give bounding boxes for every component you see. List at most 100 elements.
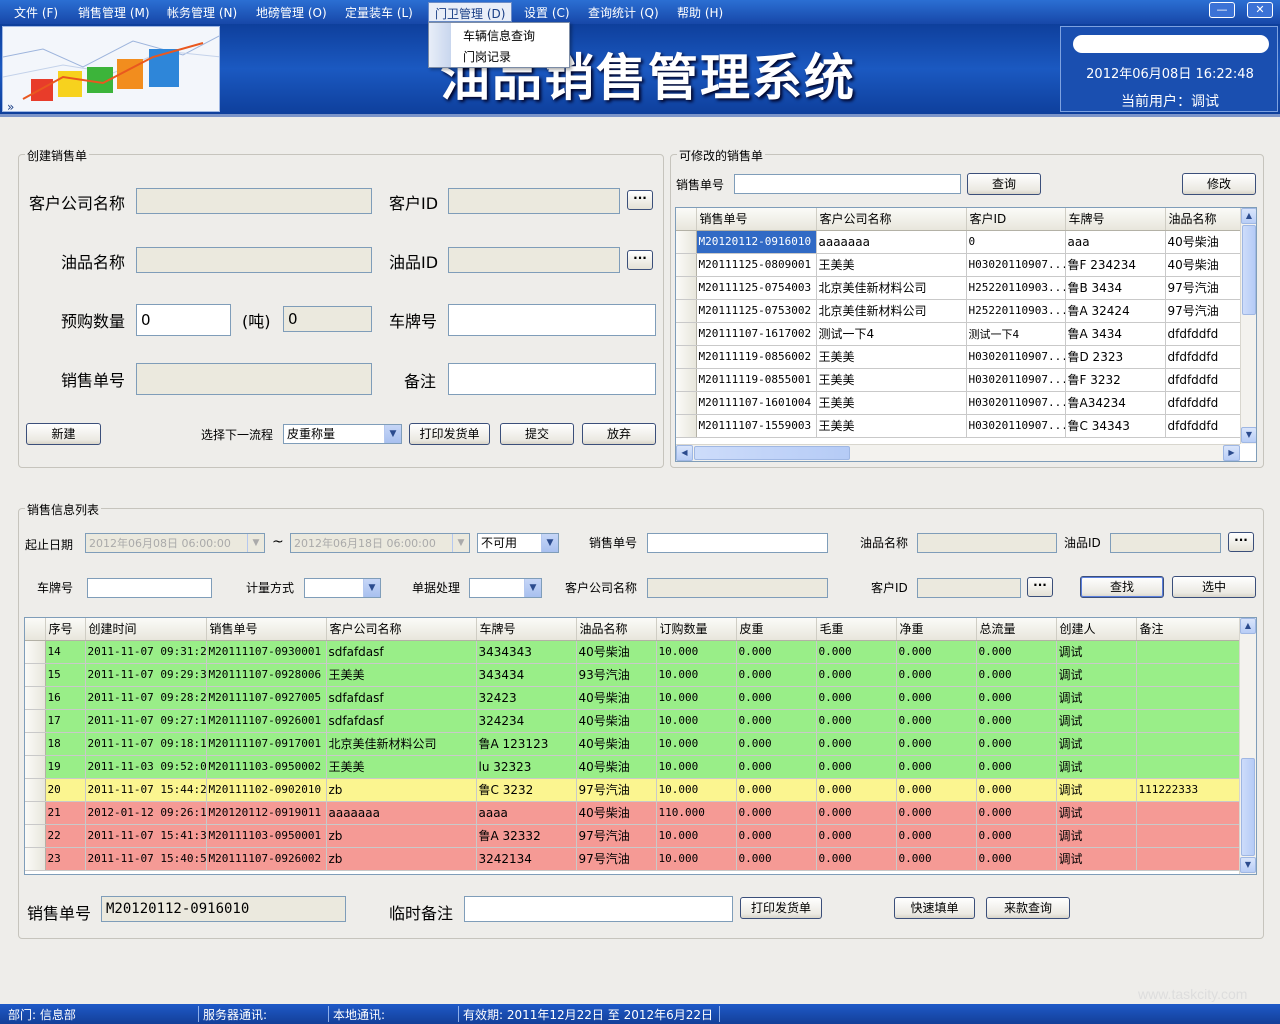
table-cell[interactable]: 0.000 xyxy=(736,824,817,848)
table-cell[interactable]: 0.000 xyxy=(976,663,1057,687)
table-row[interactable]: 23 2011-11-07 15:40:52 M20111107-0926002 zb… xyxy=(25,847,1240,871)
sales-list-grid[interactable]: 序号 创建时间 销售单号 客户公司名称 车牌号 油品名称 订购数量 皮重 毛重 … xyxy=(24,617,1257,875)
table-cell[interactable]: 0.000 xyxy=(816,663,897,687)
table-cell[interactable]: 0.000 xyxy=(896,663,977,687)
edit-order-no-input[interactable] xyxy=(734,174,961,194)
row-header[interactable] xyxy=(25,801,46,825)
customer-name-field[interactable] xyxy=(136,188,372,214)
table-row[interactable]: 22 2011-11-07 15:41:31 M20111103-0950001 zb… xyxy=(25,824,1240,848)
row-header[interactable] xyxy=(676,230,697,254)
table-cell[interactable]: 97号汽油 xyxy=(576,778,657,802)
table-cell[interactable]: 10.000 xyxy=(656,755,737,779)
table-cell[interactable]: 鲁B 3434 xyxy=(1065,276,1166,300)
table-cell[interactable]: 0.000 xyxy=(816,755,897,779)
table-cell[interactable]: 北京美佳新材料公司 xyxy=(326,732,477,756)
table-cell[interactable]: M20111107-0930001 xyxy=(206,640,327,664)
scroll-up-icon[interactable]: ▲ xyxy=(1240,618,1256,634)
minimize-button[interactable]: — xyxy=(1209,2,1235,18)
table-cell[interactable]: 0.000 xyxy=(976,778,1057,802)
table-cell[interactable] xyxy=(1136,801,1240,825)
table-cell[interactable]: H03020110907... xyxy=(966,414,1066,438)
table-cell[interactable]: M20111103-0950002 xyxy=(206,755,327,779)
table-cell[interactable] xyxy=(1136,663,1240,687)
table-cell[interactable]: 调试 xyxy=(1056,778,1137,802)
column-header[interactable]: 序号 xyxy=(45,618,86,641)
table-cell[interactable]: 调试 xyxy=(1056,732,1137,756)
table-cell[interactable]: 0.000 xyxy=(896,778,977,802)
table-cell[interactable]: dfdfddfd xyxy=(1165,368,1241,392)
table-row[interactable]: 14 2011-11-07 09:31:28 M20111107-0930001 sd… xyxy=(25,640,1240,664)
next-flow-select[interactable]: 皮重称量 ▼ xyxy=(283,424,402,444)
table-cell[interactable]: lu 32323 xyxy=(476,755,577,779)
row-header[interactable] xyxy=(676,391,697,415)
table-cell[interactable]: M20111107-1617002 xyxy=(696,322,817,346)
table-cell[interactable]: 鲁A34234 xyxy=(1065,391,1166,415)
table-cell[interactable]: 0.000 xyxy=(736,709,817,733)
table-cell[interactable]: 40号柴油 xyxy=(576,686,657,710)
row-header[interactable] xyxy=(676,345,697,369)
bottom-order-no-field[interactable]: M20120112-0916010 xyxy=(101,896,346,922)
table-cell[interactable]: 北京美佳新材料公司 xyxy=(816,276,967,300)
table-cell[interactable]: H03020110907... xyxy=(966,368,1066,392)
table-cell[interactable]: M20111125-0809001 xyxy=(696,253,817,277)
table-cell[interactable]: 0.000 xyxy=(736,755,817,779)
row-header[interactable] xyxy=(25,847,46,871)
table-cell[interactable]: 0.000 xyxy=(976,801,1057,825)
table-cell[interactable]: 18 xyxy=(45,732,86,756)
list-customer-field[interactable] xyxy=(647,578,828,598)
table-cell[interactable]: H03020110907... xyxy=(966,345,1066,369)
table-cell[interactable]: aaaaaaa xyxy=(816,230,967,254)
menu-weighbridge[interactable]: 地磅管理 (O) xyxy=(256,4,327,21)
table-cell[interactable]: 0.000 xyxy=(736,778,817,802)
table-cell[interactable]: M20111107-0926001 xyxy=(206,709,327,733)
table-cell[interactable]: 调试 xyxy=(1056,847,1137,871)
table-cell[interactable]: 16 xyxy=(45,686,86,710)
table-cell[interactable]: 0.000 xyxy=(896,686,977,710)
row-header[interactable] xyxy=(25,663,46,687)
table-cell[interactable]: M20111102-0902010 xyxy=(206,778,327,802)
new-button[interactable]: 新建 xyxy=(26,423,101,445)
customer-browse-button[interactable]: ··· xyxy=(627,190,653,210)
table-row[interactable]: 20 2011-11-07 15:44:27 M20111102-0902010 zb… xyxy=(25,778,1240,802)
table-cell[interactable]: 调试 xyxy=(1056,709,1137,733)
table-cell[interactable]: sdfafdasf xyxy=(326,686,477,710)
row-header[interactable] xyxy=(676,322,697,346)
table-cell[interactable]: aaa xyxy=(1065,230,1166,254)
table-cell[interactable]: 测试一下4 xyxy=(816,322,967,346)
row-header[interactable] xyxy=(676,253,697,277)
table-cell[interactable]: 0.000 xyxy=(816,824,897,848)
table-cell[interactable]: 鲁F 234234 xyxy=(1065,253,1166,277)
select-button[interactable]: 选中 xyxy=(1172,576,1256,598)
table-cell[interactable]: 0.000 xyxy=(896,709,977,733)
table-row[interactable]: 21 2012-01-12 09:26:18 M20120112-0919011 aa… xyxy=(25,801,1240,825)
table-cell[interactable]: M20111107-0927005 xyxy=(206,686,327,710)
table-cell[interactable]: 鲁A 3434 xyxy=(1065,322,1166,346)
table-cell[interactable]: 10.000 xyxy=(656,686,737,710)
table-cell[interactable]: 调试 xyxy=(1056,663,1137,687)
table-cell[interactable]: 王美美 xyxy=(816,368,967,392)
table-cell[interactable]: 40号柴油 xyxy=(576,801,657,825)
table-cell[interactable]: 北京美佳新材料公司 xyxy=(816,299,967,323)
table-cell[interactable]: 0.000 xyxy=(816,801,897,825)
submit-button[interactable]: 提交 xyxy=(500,423,574,445)
query-button[interactable]: 查询 xyxy=(967,173,1041,195)
table-row[interactable]: M20111125-0809001 王美美 H03020110907... 鲁F 23… xyxy=(676,253,1241,277)
print-delivery-button[interactable]: 打印发货单 xyxy=(409,423,490,445)
table-cell[interactable]: 0.000 xyxy=(976,640,1057,664)
table-cell[interactable]: 0.000 xyxy=(976,847,1057,871)
table-cell[interactable]: zb xyxy=(326,778,477,802)
column-header[interactable]: 客户公司名称 xyxy=(326,618,477,641)
table-cell[interactable]: 王美美 xyxy=(816,345,967,369)
column-header[interactable]: 客户ID xyxy=(966,208,1066,231)
table-cell[interactable]: 0.000 xyxy=(816,847,897,871)
column-header[interactable]: 油品名称 xyxy=(576,618,657,641)
table-cell[interactable]: aaaaaaa xyxy=(326,801,477,825)
scroll-thumb[interactable] xyxy=(1241,758,1255,856)
table-cell[interactable]: 调试 xyxy=(1056,640,1137,664)
column-header[interactable]: 销售单号 xyxy=(206,618,327,641)
table-cell[interactable]: 0.000 xyxy=(896,847,977,871)
row-header[interactable] xyxy=(25,755,46,779)
table-cell[interactable]: 2011-11-07 09:31:28 xyxy=(85,640,207,664)
menu-loading[interactable]: 定量装车 (L) xyxy=(345,4,413,21)
table-cell[interactable]: 22 xyxy=(45,824,86,848)
